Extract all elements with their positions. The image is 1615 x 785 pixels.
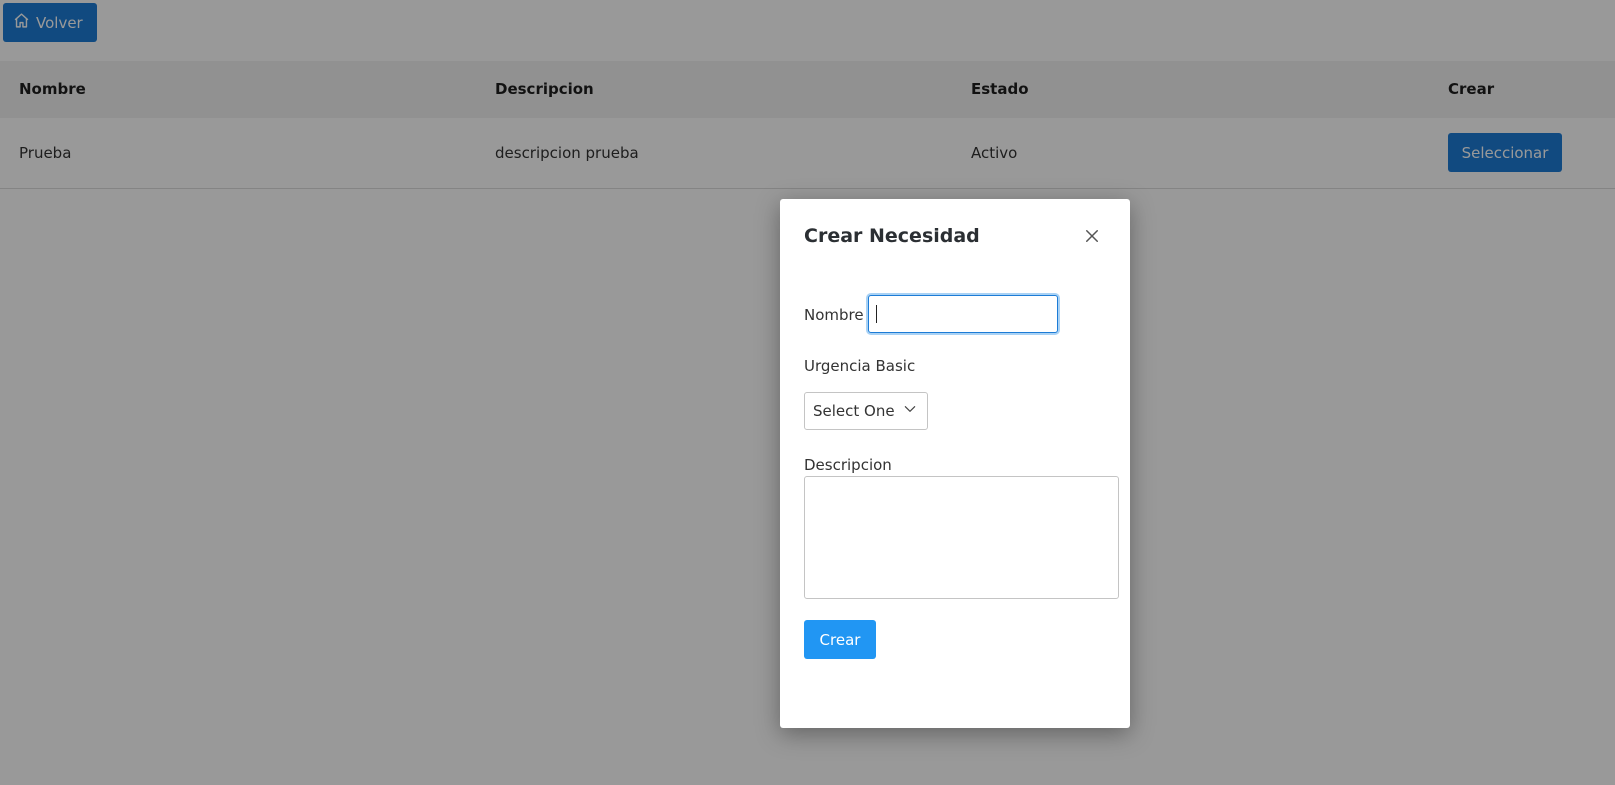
- crear-button[interactable]: Crear: [804, 620, 876, 659]
- page: Volver Nombre Descripcion Estado Crear P…: [0, 0, 1615, 785]
- urgencia-select[interactable]: Select One: [804, 392, 928, 430]
- text-caret: [876, 305, 877, 323]
- crear-necesidad-dialog: Crear Necesidad Nombre Urgencia Basic Se…: [780, 199, 1130, 728]
- close-icon: [1083, 227, 1101, 249]
- close-button[interactable]: [1080, 226, 1104, 250]
- nombre-input[interactable]: [868, 295, 1058, 333]
- chevron-down-icon: [903, 402, 917, 420]
- descripcion-label: Descripcion: [804, 456, 892, 474]
- descripcion-textarea[interactable]: [804, 476, 1119, 599]
- dialog-title: Crear Necesidad: [804, 225, 980, 247]
- urgencia-label: Urgencia Basic: [804, 357, 916, 375]
- urgencia-selected-value: Select One: [813, 402, 895, 420]
- nombre-label: Nombre: [804, 306, 864, 324]
